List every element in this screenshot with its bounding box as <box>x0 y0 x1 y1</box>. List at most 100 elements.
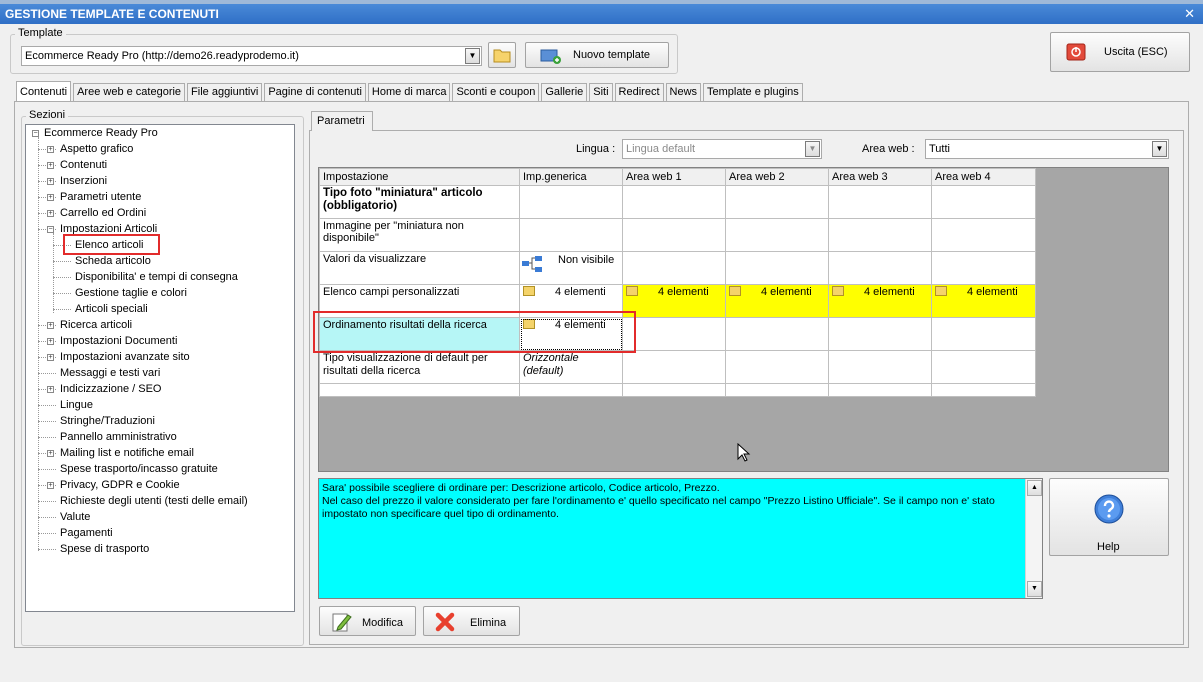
chevron-down-icon[interactable]: ▼ <box>805 141 820 157</box>
tree-item[interactable]: Parametri utente <box>60 190 141 205</box>
cell-value[interactable]: 4 elementi <box>931 284 1036 318</box>
col-header[interactable]: Area web 2 <box>725 168 829 186</box>
chevron-down-icon[interactable]: ▼ <box>1152 141 1167 157</box>
tree-item[interactable]: Spese trasporto/incasso gratuite <box>60 462 218 477</box>
cell-value[interactable]: Orizzontale (default) <box>519 350 623 384</box>
table-row[interactable] <box>319 383 1036 397</box>
col-header[interactable]: Area web 1 <box>622 168 726 186</box>
tab-sconti-coupon[interactable]: Sconti e coupon <box>452 83 540 102</box>
tree-item[interactable]: Pannello amministrativo <box>60 430 177 445</box>
help-scrollbar[interactable]: ▲ ▼ <box>1025 479 1042 598</box>
main-window: GESTIONE TEMPLATE E CONTENUTI ✕ Template… <box>0 0 1203 682</box>
scroll-up-icon[interactable]: ▲ <box>1027 480 1042 496</box>
tree-item[interactable]: Carrello ed Ordini <box>60 206 146 221</box>
open-folder-button[interactable] <box>488 42 516 68</box>
expand-icon[interactable]: + <box>47 386 54 393</box>
tree-item[interactable]: Disponibilita' e tempi di consegna <box>75 270 238 285</box>
tree-item[interactable]: Aspetto grafico <box>60 142 133 157</box>
expand-icon[interactable]: + <box>47 354 54 361</box>
cell-value[interactable]: 4 elementi <box>725 284 829 318</box>
chevron-down-icon[interactable]: ▼ <box>465 48 480 64</box>
exit-button[interactable]: Uscita (ESC) <box>1050 32 1190 72</box>
expand-icon[interactable]: + <box>47 322 54 329</box>
row-name: Ordinamento risultati della ricerca <box>319 317 520 351</box>
col-header[interactable]: Area web 3 <box>828 168 932 186</box>
tab-parametri[interactable]: Parametri <box>311 111 373 131</box>
delete-button[interactable]: Elimina <box>423 606 520 636</box>
tree-item[interactable]: Contenuti <box>60 158 107 173</box>
settings-table: Impostazione Imp.generica Area web 1 Are… <box>319 168 1036 397</box>
expand-icon[interactable]: + <box>47 482 54 489</box>
cell-value[interactable]: 4 elementi <box>622 284 726 318</box>
expand-icon[interactable]: + <box>47 210 54 217</box>
col-header[interactable]: Imp.generica <box>519 168 623 186</box>
cell-value[interactable]: Non visibile <box>519 251 623 285</box>
table-row[interactable]: Tipo visualizzazione di default per risu… <box>319 350 1036 384</box>
folder-icon <box>523 286 535 296</box>
settings-grid[interactable]: Impostazione Imp.generica Area web 1 Are… <box>318 167 1169 472</box>
tab-pagine-contenuti[interactable]: Pagine di contenuti <box>264 83 366 102</box>
tab-redirect[interactable]: Redirect <box>614 83 664 102</box>
collapse-icon[interactable]: − <box>47 226 54 233</box>
close-icon[interactable]: ✕ <box>1184 4 1195 24</box>
expand-icon[interactable]: + <box>47 194 54 201</box>
new-template-label: Nuovo template <box>573 49 651 61</box>
tree-item[interactable]: Pagamenti <box>60 526 113 541</box>
tab-gallerie[interactable]: Gallerie <box>541 83 588 102</box>
cell-text: 4 elementi <box>555 286 606 298</box>
expand-icon[interactable]: + <box>47 146 54 153</box>
edit-button[interactable]: Modifica <box>319 606 416 636</box>
tree-item[interactable]: Lingue <box>60 398 93 413</box>
new-template-button[interactable]: Nuovo template <box>525 42 669 68</box>
table-row[interactable]: Tipo foto "miniatura" articolo (obbligat… <box>319 185 1036 219</box>
sections-tree[interactable]: − Ecommerce Ready Pro + Aspetto grafico + C… <box>25 124 295 612</box>
tab-aree-web[interactable]: Aree web e categorie <box>73 83 186 102</box>
expand-icon[interactable]: + <box>47 338 54 345</box>
tree-item[interactable]: Indicizzazione / SEO <box>60 382 162 397</box>
table-row[interactable]: Valori da visualizzare Non visibile <box>319 251 1036 285</box>
cell-value[interactable]: 4 elementi <box>828 284 932 318</box>
help-text-area[interactable]: Sara' possibile scegliere di ordinare pe… <box>318 478 1043 599</box>
tree-item[interactable]: Ricerca articoli <box>60 318 132 333</box>
tree-item[interactable]: Valute <box>60 510 90 525</box>
tree-root[interactable]: Ecommerce Ready Pro <box>44 126 158 141</box>
tree-item[interactable]: Spese di trasporto <box>60 542 149 557</box>
tab-contenuti[interactable]: Contenuti <box>16 81 72 102</box>
tree-item[interactable]: Messaggi e testi vari <box>60 366 160 381</box>
cell-text: 4 elementi <box>555 319 606 331</box>
tree-item[interactable]: Elenco articoli <box>75 238 143 253</box>
scroll-down-icon[interactable]: ▼ <box>1027 581 1042 597</box>
tree-item[interactable]: Impostazioni avanzate sito <box>60 350 190 365</box>
collapse-icon[interactable]: − <box>32 130 39 137</box>
tree-item[interactable]: Scheda articolo <box>75 254 151 269</box>
tree-item[interactable]: Stringhe/Traduzioni <box>60 414 155 429</box>
tab-file-aggiuntivi[interactable]: File aggiuntivi <box>187 83 263 102</box>
cell-value[interactable]: 4 elementi <box>519 284 623 318</box>
expand-icon[interactable]: + <box>47 162 54 169</box>
folder-icon <box>493 49 511 63</box>
area-web-select[interactable]: Tutti ▼ <box>925 139 1169 159</box>
col-header[interactable]: Impostazione <box>319 168 520 186</box>
tree-item[interactable]: Inserzioni <box>60 174 107 189</box>
expand-icon[interactable]: + <box>47 178 54 185</box>
tree-item[interactable]: Impostazioni Articoli <box>60 222 157 237</box>
table-row[interactable]: Immagine per "miniatura non disponibile" <box>319 218 1036 252</box>
lingua-select[interactable]: Lingua default ▼ <box>622 139 822 159</box>
tab-siti[interactable]: Siti <box>589 83 613 102</box>
tab-news[interactable]: News <box>665 83 702 102</box>
tree-item[interactable]: Privacy, GDPR e Cookie <box>60 478 180 493</box>
template-select[interactable]: Ecommerce Ready Pro (http://demo26.ready… <box>21 46 482 66</box>
expand-icon[interactable]: + <box>47 450 54 457</box>
table-row[interactable]: Ordinamento risultati della ricerca 4 el… <box>319 317 1036 351</box>
tree-item[interactable]: Impostazioni Documenti <box>60 334 177 349</box>
tab-template-plugins[interactable]: Template e plugins <box>703 83 803 102</box>
tree-item[interactable]: Mailing list e notifiche email <box>60 446 194 461</box>
tree-item[interactable]: Articoli speciali <box>75 302 148 317</box>
cell-value[interactable]: 4 elementi <box>519 317 623 351</box>
tab-home-marca[interactable]: Home di marca <box>367 83 451 102</box>
tree-item[interactable]: Richieste degli utenti (testi delle emai… <box>60 494 248 509</box>
tree-item[interactable]: Gestione taglie e colori <box>75 286 187 301</box>
table-row[interactable]: Elenco campi personalizzati 4 elementi 4… <box>319 284 1036 318</box>
help-button[interactable]: Help <box>1049 478 1169 556</box>
col-header[interactable]: Area web 4 <box>931 168 1036 186</box>
